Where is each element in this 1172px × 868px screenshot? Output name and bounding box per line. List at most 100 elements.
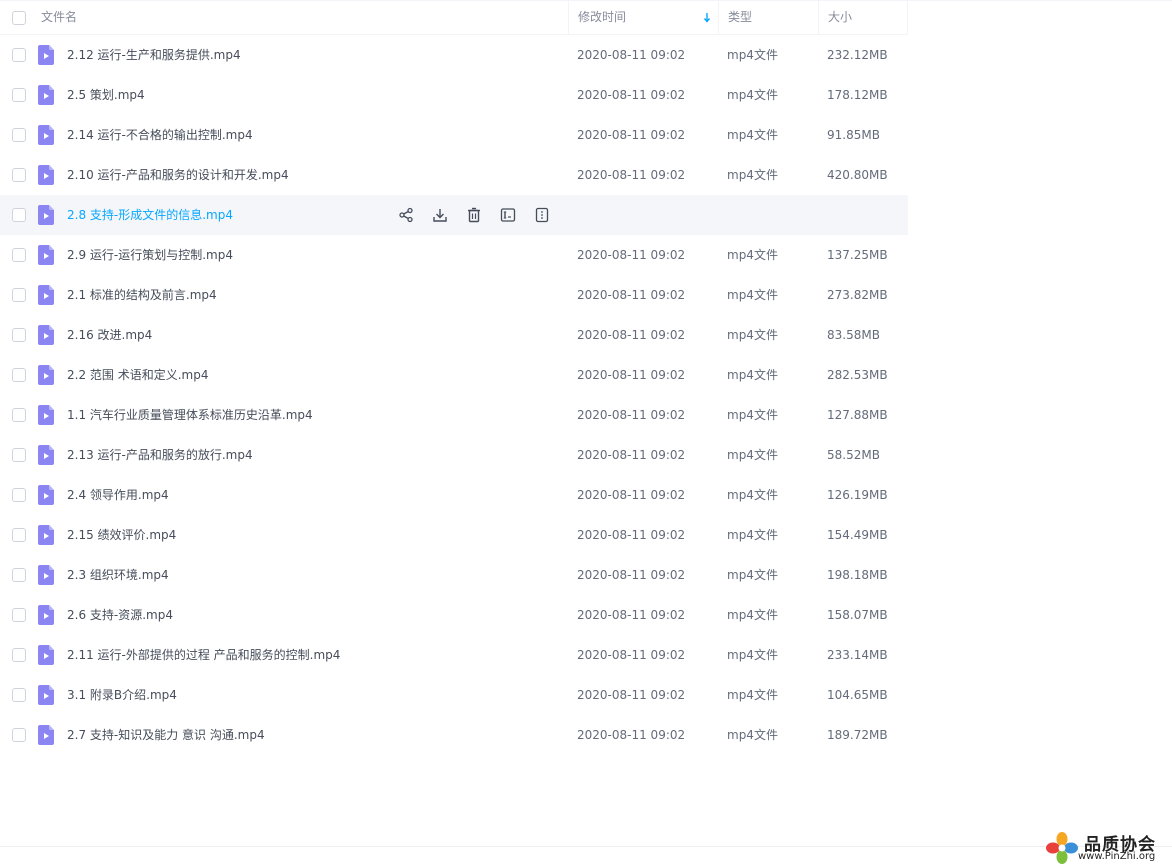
table-row[interactable]: 2.11 运行-外部提供的过程 产品和服务的控制.mp4 2020-08-11 … xyxy=(0,635,908,675)
file-size: 273.82MB xyxy=(827,288,888,302)
row-name-cell: 2.4 领导作用.mp4 xyxy=(38,475,568,515)
file-time: 2020-08-11 09:02 xyxy=(577,648,686,662)
row-checkbox[interactable] xyxy=(12,288,26,302)
row-checkbox[interactable] xyxy=(12,608,26,622)
file-name[interactable]: 1.1 汽车行业质量管理体系标准历史沿革.mp4 xyxy=(67,395,313,435)
file-time: 2020-08-11 09:02 xyxy=(577,568,686,582)
rename-icon[interactable] xyxy=(500,207,516,223)
table-row[interactable]: 2.3 组织环境.mp4 2020-08-11 09:02 mp4文件 198.… xyxy=(0,555,908,595)
file-name[interactable]: 2.13 运行-产品和服务的放行.mp4 xyxy=(67,435,253,475)
table-row[interactable]: 2.6 支持-资源.mp4 2020-08-11 09:02 mp4文件 158… xyxy=(0,595,908,635)
row-checkbox[interactable] xyxy=(12,448,26,462)
row-checkbox[interactable] xyxy=(12,568,26,582)
table-row[interactable]: 1.1 汽车行业质量管理体系标准历史沿革.mp4 2020-08-11 09:0… xyxy=(0,395,908,435)
row-check-cell xyxy=(0,635,38,675)
row-checkbox[interactable] xyxy=(12,368,26,382)
file-name[interactable]: 2.15 绩效评价.mp4 xyxy=(67,515,176,555)
file-name[interactable]: 2.11 运行-外部提供的过程 产品和服务的控制.mp4 xyxy=(67,635,340,675)
row-name-cell: 2.14 运行-不合格的输出控制.mp4 xyxy=(38,115,568,155)
file-name[interactable]: 2.16 改进.mp4 xyxy=(67,315,152,355)
file-name[interactable]: 2.4 领导作用.mp4 xyxy=(67,475,169,515)
file-name[interactable]: 2.2 范围 术语和定义.mp4 xyxy=(67,355,208,395)
table-row[interactable]: 2.14 运行-不合格的输出控制.mp4 2020-08-11 09:02 mp… xyxy=(0,115,908,155)
row-check-cell xyxy=(0,195,38,235)
sort-desc-arrow-icon[interactable] xyxy=(702,1,712,34)
row-checkbox[interactable] xyxy=(12,128,26,142)
row-checkbox[interactable] xyxy=(12,528,26,542)
file-name[interactable]: 2.6 支持-资源.mp4 xyxy=(67,595,173,635)
file-time: 2020-08-11 09:02 xyxy=(577,608,686,622)
table-row[interactable]: 2.15 绩效评价.mp4 2020-08-11 09:02 mp4文件 154… xyxy=(0,515,908,555)
row-checkbox[interactable] xyxy=(12,328,26,342)
file-name[interactable]: 2.12 运行-生产和服务提供.mp4 xyxy=(67,35,241,75)
table-row[interactable]: 2.10 运行-产品和服务的设计和开发.mp4 2020-08-11 09:02… xyxy=(0,155,908,195)
table-row[interactable]: 2.2 范围 术语和定义.mp4 2020-08-11 09:02 mp4文件 … xyxy=(0,355,908,395)
table-row[interactable]: 2.5 策划.mp4 2020-08-11 09:02 mp4文件 178.12… xyxy=(0,75,908,115)
file-type xyxy=(718,195,818,235)
file-name[interactable]: 3.1 附录B介绍.mp4 xyxy=(67,675,177,715)
table-row[interactable]: 2.1 标准的结构及前言.mp4 2020-08-11 09:02 mp4文件 … xyxy=(0,275,908,315)
file-type: mp4文件 xyxy=(727,168,778,182)
file-size: 198.18MB xyxy=(827,568,888,582)
header-time[interactable]: 修改时间 xyxy=(568,1,718,34)
table-row-hovered[interactable]: 2.8 支持-形成文件的信息.mp4 xyxy=(0,195,908,235)
row-checkbox[interactable] xyxy=(12,408,26,422)
file-type: mp4文件 xyxy=(727,568,778,582)
table-row[interactable]: 2.7 支持-知识及能力 意识 沟通.mp4 2020-08-11 09:02 … xyxy=(0,715,908,755)
row-check-cell xyxy=(0,675,38,715)
file-type: mp4文件 xyxy=(727,88,778,102)
row-checkbox[interactable] xyxy=(12,48,26,62)
header-type[interactable]: 类型 xyxy=(718,1,818,34)
file-time: 2020-08-11 09:02 xyxy=(577,528,686,542)
video-file-icon xyxy=(38,325,54,345)
row-check-cell xyxy=(0,275,38,315)
table-row[interactable]: 2.12 运行-生产和服务提供.mp4 2020-08-11 09:02 mp4… xyxy=(0,35,908,75)
row-check-cell xyxy=(0,595,38,635)
row-checkbox[interactable] xyxy=(12,208,26,222)
row-name-cell: 1.1 汽车行业质量管理体系标准历史沿革.mp4 xyxy=(38,395,568,435)
bottom-divider xyxy=(0,846,1172,868)
table-row[interactable]: 2.16 改进.mp4 2020-08-11 09:02 mp4文件 83.58… xyxy=(0,315,908,355)
table-row[interactable]: 2.4 领导作用.mp4 2020-08-11 09:02 mp4文件 126.… xyxy=(0,475,908,515)
file-type: mp4文件 xyxy=(727,448,778,462)
file-name[interactable]: 2.5 策划.mp4 xyxy=(67,75,145,115)
file-time: 2020-08-11 09:02 xyxy=(577,328,686,342)
file-type: mp4文件 xyxy=(727,608,778,622)
header-name[interactable]: 文件名 xyxy=(38,1,568,34)
table-row[interactable]: 2.9 运行-运行策划与控制.mp4 2020-08-11 09:02 mp4文… xyxy=(0,235,908,275)
file-size xyxy=(818,195,908,235)
table-row[interactable]: 3.1 附录B介绍.mp4 2020-08-11 09:02 mp4文件 104… xyxy=(0,675,908,715)
row-name-cell: 2.15 绩效评价.mp4 xyxy=(38,515,568,555)
row-checkbox[interactable] xyxy=(12,248,26,262)
file-size: 58.52MB xyxy=(827,448,880,462)
row-checkbox[interactable] xyxy=(12,488,26,502)
more-icon[interactable] xyxy=(534,207,550,223)
header-size[interactable]: 大小 xyxy=(818,1,908,34)
row-checkbox[interactable] xyxy=(12,88,26,102)
table-header: 文件名 修改时间 类型 大小 xyxy=(0,1,908,35)
file-name[interactable]: 2.3 组织环境.mp4 xyxy=(67,555,169,595)
delete-icon[interactable] xyxy=(466,207,482,223)
video-file-icon xyxy=(38,125,54,145)
row-actions xyxy=(398,195,568,235)
file-name[interactable]: 2.1 标准的结构及前言.mp4 xyxy=(67,275,217,315)
file-name[interactable]: 2.14 运行-不合格的输出控制.mp4 xyxy=(67,115,253,155)
file-name[interactable]: 2.8 支持-形成文件的信息.mp4 xyxy=(67,195,233,235)
share-icon[interactable] xyxy=(398,207,414,223)
file-type: mp4文件 xyxy=(727,128,778,142)
video-file-icon xyxy=(38,285,54,305)
select-all-checkbox[interactable] xyxy=(12,10,26,25)
row-checkbox[interactable] xyxy=(12,168,26,182)
row-name-cell: 3.1 附录B介绍.mp4 xyxy=(38,675,568,715)
row-checkbox[interactable] xyxy=(12,688,26,702)
row-checkbox[interactable] xyxy=(12,728,26,742)
file-type: mp4文件 xyxy=(727,408,778,422)
watermark: 品质协会 www.PinZhi.org xyxy=(1044,830,1170,866)
download-icon[interactable] xyxy=(432,207,448,223)
file-name[interactable]: 2.9 运行-运行策划与控制.mp4 xyxy=(67,235,233,275)
file-name[interactable]: 2.10 运行-产品和服务的设计和开发.mp4 xyxy=(67,155,289,195)
file-time: 2020-08-11 09:02 xyxy=(577,168,686,182)
row-checkbox[interactable] xyxy=(12,648,26,662)
table-row[interactable]: 2.13 运行-产品和服务的放行.mp4 2020-08-11 09:02 mp… xyxy=(0,435,908,475)
file-name[interactable]: 2.7 支持-知识及能力 意识 沟通.mp4 xyxy=(67,715,265,755)
